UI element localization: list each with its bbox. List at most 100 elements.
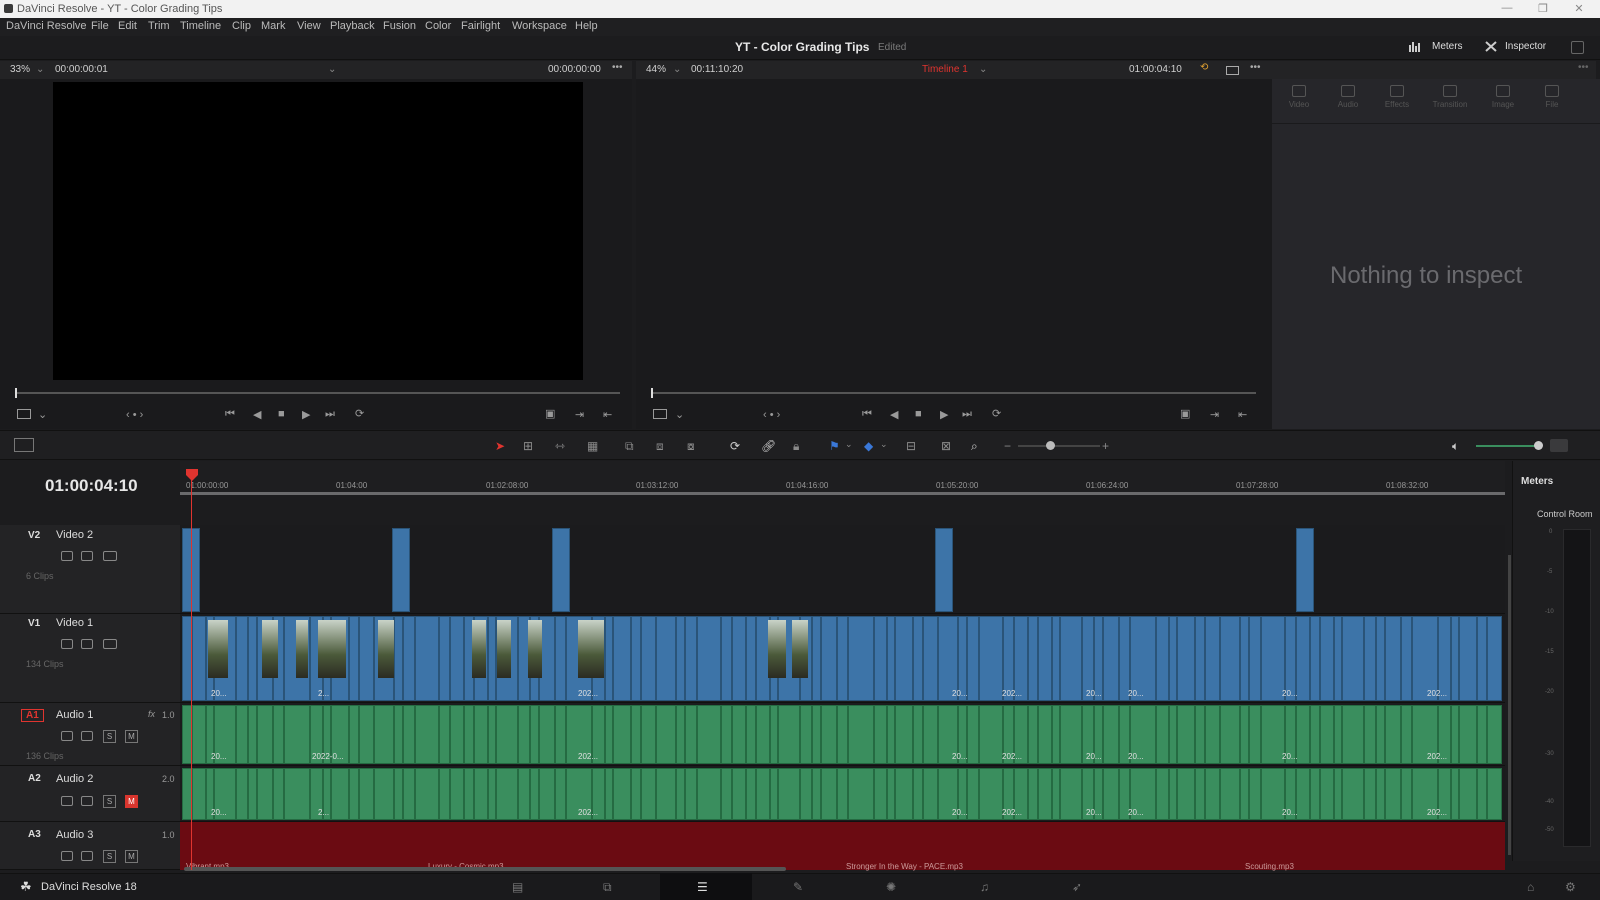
source-stop-icon[interactable]: ■ (278, 408, 285, 420)
a1-clip[interactable] (756, 705, 770, 764)
a1-clip[interactable] (913, 705, 923, 764)
a1-clip[interactable] (895, 705, 913, 764)
trim-tool-icon[interactable]: ⊞ (523, 439, 533, 453)
a1-clip[interactable] (656, 705, 676, 764)
auto-track-icon[interactable] (81, 731, 93, 741)
a2-clip[interactable] (685, 768, 697, 820)
a2-clip[interactable] (697, 768, 721, 820)
inspector-tab-video[interactable]: Video (1274, 85, 1324, 109)
menu-view[interactable]: View (297, 20, 321, 32)
v1-clip[interactable] (1205, 616, 1220, 701)
edit-page-icon[interactable]: ☰ (697, 880, 708, 894)
timeline-current-timecode[interactable]: 01:00:04:10 (45, 476, 138, 496)
a1-clip[interactable] (1477, 705, 1487, 764)
a2-clip[interactable] (359, 768, 374, 820)
v1-clip[interactable] (895, 616, 913, 701)
menu-file[interactable]: File (91, 20, 109, 32)
a2-clip[interactable] (778, 768, 800, 820)
home-icon[interactable]: ⌂ (1527, 880, 1534, 894)
a2-clip[interactable] (273, 768, 284, 820)
solo-button[interactable]: S (103, 730, 116, 743)
menu-help[interactable]: Help (575, 20, 598, 32)
v1-clip[interactable] (1487, 616, 1502, 701)
mute-button[interactable]: M (125, 730, 138, 743)
inspector-icon[interactable] (1485, 41, 1497, 55)
v1-clip[interactable] (359, 616, 374, 701)
a1-clip[interactable] (439, 705, 450, 764)
a1-clip[interactable] (732, 705, 746, 764)
media-page-icon[interactable]: ▤ (512, 880, 523, 894)
sync-icon[interactable]: ⟲ (1200, 62, 1208, 73)
fairlight-page-icon[interactable]: ♫ (980, 880, 989, 894)
a2-clip[interactable] (530, 768, 539, 820)
timeline-first-frame-icon[interactable]: ⏮ (862, 408, 872, 421)
a1-clip[interactable] (1195, 705, 1205, 764)
a2-clip[interactable] (812, 768, 821, 820)
a1-clip[interactable] (192, 705, 206, 764)
timeline-stop-icon[interactable]: ■ (915, 408, 922, 420)
v1-clip[interactable] (1451, 616, 1459, 701)
a2-clip[interactable] (848, 768, 874, 820)
a2-clip[interactable] (887, 768, 895, 820)
a1-clip[interactable] (1451, 705, 1459, 764)
source-match-frame-icon[interactable]: ▣ (545, 407, 555, 420)
a1-clip[interactable] (539, 705, 555, 764)
v1-clip[interactable] (1240, 616, 1249, 701)
settings-gear-icon[interactable]: ⚙ (1565, 880, 1576, 894)
v1-clip[interactable] (848, 616, 874, 701)
auto-track-icon[interactable] (81, 851, 93, 861)
v1-clip[interactable] (721, 616, 732, 701)
zoom-slider-track[interactable] (1018, 445, 1100, 447)
v1-clip[interactable] (605, 616, 613, 701)
a1-clip[interactable] (464, 705, 474, 764)
a1-clip[interactable] (450, 705, 464, 764)
minimize-button[interactable]: — (1492, 2, 1522, 14)
v1-clip[interactable] (248, 616, 257, 701)
auto-track-icon[interactable] (81, 796, 93, 806)
lock-icon[interactable] (61, 851, 73, 861)
a2-clip[interactable] (518, 768, 530, 820)
a1-clip[interactable] (923, 705, 938, 764)
a2-clip[interactable] (1240, 768, 1249, 820)
menu-color[interactable]: Color (425, 20, 451, 32)
track-header-a1[interactable]: A1 Audio 1 fx 1.0 S M 136 Clips (0, 703, 180, 766)
a1-clip[interactable] (641, 705, 656, 764)
mute-button-active[interactable]: M (125, 795, 138, 808)
timeline-zoom-chevron-icon[interactable]: ⌄ (673, 64, 681, 75)
v1-clip[interactable] (1156, 616, 1169, 701)
a1-clip[interactable] (1487, 705, 1502, 764)
v1-clip[interactable] (450, 616, 464, 701)
a2-clip[interactable] (257, 768, 273, 820)
insert-clip-icon[interactable]: ⧉ (625, 439, 634, 454)
v1-clip[interactable] (1310, 616, 1320, 701)
a1-clip[interactable] (349, 705, 359, 764)
color-page-icon[interactable]: ✺ (886, 880, 896, 894)
volume-slider-handle[interactable] (1534, 441, 1543, 450)
a1-clip[interactable] (1240, 705, 1249, 764)
v1-clip[interactable] (1385, 616, 1401, 701)
source-last-frame-icon[interactable]: ⏭ (325, 408, 335, 421)
timeline-viewer-scrubber[interactable] (651, 392, 1256, 394)
a2-clip[interactable] (1477, 768, 1487, 820)
track-id[interactable]: A1 (21, 709, 44, 722)
cut-page-icon[interactable]: ⧉ (603, 880, 612, 895)
a1-clip[interactable] (1401, 705, 1412, 764)
a1-clip[interactable] (1385, 705, 1401, 764)
source-play-icon[interactable]: ▶ (302, 408, 310, 421)
v1-clip[interactable] (1195, 616, 1205, 701)
v1-clip[interactable] (631, 616, 641, 701)
menu-timeline[interactable]: Timeline (180, 20, 221, 32)
a2-clip[interactable] (837, 768, 848, 820)
a2-clip[interactable] (895, 768, 913, 820)
a1-clip[interactable] (1220, 705, 1240, 764)
v1-clip[interactable] (641, 616, 656, 701)
a2-clip[interactable] (1028, 768, 1038, 820)
a2-clip[interactable] (488, 768, 496, 820)
solo-button[interactable]: S (103, 795, 116, 808)
timeline-mark-in-icon[interactable]: ⇥ (1210, 408, 1219, 421)
source-more-icon[interactable]: ••• (612, 62, 623, 73)
a2-clip[interactable] (331, 768, 349, 820)
v1-clip[interactable] (1052, 616, 1060, 701)
a2-clip[interactable] (641, 768, 656, 820)
track-enable-icon[interactable] (103, 551, 117, 561)
